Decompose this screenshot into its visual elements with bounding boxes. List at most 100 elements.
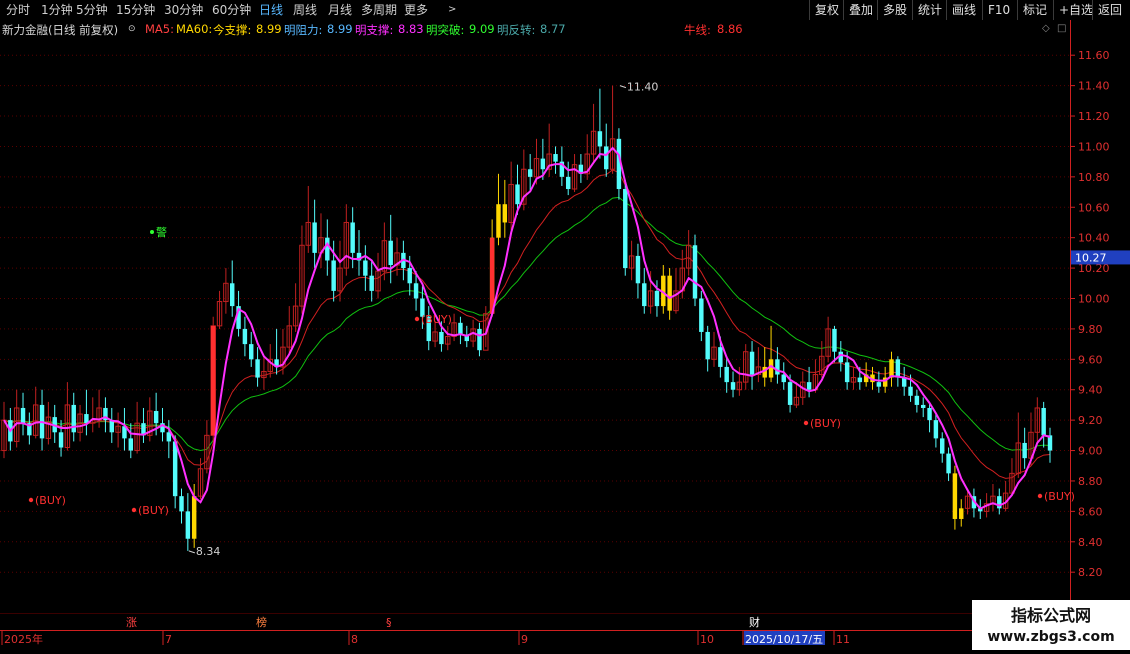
candle-body: [623, 189, 628, 269]
candle-body: [635, 255, 641, 284]
candle-body: [857, 377, 863, 383]
candle-body: [477, 328, 482, 351]
candle-body: [876, 382, 882, 387]
candle-body: [312, 222, 317, 253]
x-tick-label: 10: [700, 633, 714, 646]
y-tick-label: 11.00: [1078, 140, 1110, 153]
buy-signal-dot: [414, 316, 420, 322]
y-tick-label: 10.00: [1078, 292, 1110, 305]
candle-body: [128, 438, 134, 451]
candle-body: [1047, 435, 1053, 451]
buy-signal-label: (BUY): [421, 313, 452, 326]
candle-body: [350, 222, 355, 253]
candle-body: [768, 359, 774, 378]
candle-body: [185, 511, 191, 539]
high-price-label: 11.40: [627, 81, 659, 94]
candle-body: [749, 351, 755, 375]
candle-body: [565, 176, 571, 190]
event-marker: 财: [749, 615, 760, 629]
buy-signal-dot: [803, 420, 809, 426]
candle-body: [20, 407, 26, 424]
candle-body: [331, 260, 336, 291]
candle-body: [642, 283, 647, 307]
candle-body-strong: [210, 325, 216, 436]
candle-body: [895, 359, 901, 378]
candle-body: [946, 453, 951, 474]
y-tick-label: 8.20: [1078, 566, 1103, 579]
candle-body: [597, 131, 603, 147]
candle-body: [553, 154, 558, 162]
x-tick-label: 7: [165, 633, 172, 646]
candle-body: [255, 359, 260, 378]
candle-body: [363, 260, 368, 276]
candle-body: [172, 441, 178, 497]
candle-body: [325, 237, 330, 261]
candle-body: [179, 496, 184, 512]
svg-text:www.zbgs3.com: www.zbgs3.com: [987, 629, 1114, 645]
candle-body: [413, 283, 419, 299]
candle-body: [369, 275, 374, 291]
candle-body: [407, 268, 412, 284]
kline-chart: 11.6011.4011.2011.0010.8010.6010.4010.20…: [0, 20, 1130, 646]
candle-body: [540, 158, 546, 170]
candle-body: [58, 432, 64, 448]
candle-body: [229, 283, 235, 307]
candle-body: [1041, 407, 1046, 436]
candle-body: [654, 290, 660, 307]
high-arrow: [619, 85, 627, 89]
buy-signal-label: (BUY): [138, 504, 169, 517]
watermark-logo: 指标公式网 www.zbgs3.com: [972, 600, 1130, 650]
buy-signal-label: (BUY): [35, 494, 66, 507]
candle-body: [502, 204, 508, 223]
candle-body: [718, 347, 723, 367]
y-tick-label: 11.40: [1078, 80, 1110, 93]
y-tick-label: 9.40: [1078, 384, 1103, 397]
y-tick-label: 10.60: [1078, 201, 1110, 214]
candle-body: [705, 331, 710, 360]
y-tick-label: 11.20: [1078, 110, 1110, 123]
candle-body: [109, 420, 114, 433]
candle-body: [515, 184, 520, 205]
candle-body: [439, 331, 444, 345]
candle-body: [787, 382, 793, 405]
candle-body: [832, 328, 837, 352]
y-tick-label: 10.80: [1078, 171, 1110, 184]
candle-body: [908, 386, 913, 396]
y-tick-label: 9.80: [1078, 323, 1103, 336]
buy-signal-dot: [1037, 493, 1043, 499]
low-price-label: 8.34: [196, 545, 221, 558]
event-marker: 榜: [256, 615, 267, 629]
current-price-label: 10.27: [1075, 251, 1107, 264]
candle-body: [191, 496, 197, 539]
buy-signal-label: (BUY): [1044, 490, 1075, 503]
y-tick-label: 8.40: [1078, 536, 1103, 549]
candle-body: [730, 382, 736, 390]
candle-body: [527, 169, 533, 177]
candle-body: [692, 245, 698, 299]
warn-dot: [150, 230, 154, 234]
y-tick-label: 9.20: [1078, 414, 1103, 427]
candle-body: [806, 382, 812, 390]
x-tick-label: 9: [521, 633, 528, 646]
candle-body: [775, 359, 780, 375]
warn-label: 警: [156, 225, 167, 239]
y-tick-label: 8.60: [1078, 505, 1103, 518]
svg-text:指标公式网: 指标公式网: [1011, 606, 1091, 625]
candle-body: [914, 395, 920, 405]
event-marker: §: [386, 616, 392, 629]
candle-body: [889, 359, 894, 378]
y-tick-label: 11.60: [1078, 49, 1110, 62]
candle-body: [699, 298, 704, 332]
candle-body: [388, 240, 393, 266]
y-tick-label: 9.00: [1078, 445, 1103, 458]
buy-signal-dot: [131, 507, 137, 513]
ma5-line: [3, 146, 1051, 510]
x-tick-label: 11: [836, 633, 850, 646]
candle-body: [952, 473, 958, 519]
candle-body: [844, 362, 850, 383]
candle-body: [959, 508, 964, 519]
candle-body: [71, 404, 76, 433]
x-tick-label: 2025/10/17/五: [745, 633, 823, 646]
x-tick-label: 2025年: [4, 632, 43, 646]
x-tick-label: 8: [351, 633, 358, 646]
